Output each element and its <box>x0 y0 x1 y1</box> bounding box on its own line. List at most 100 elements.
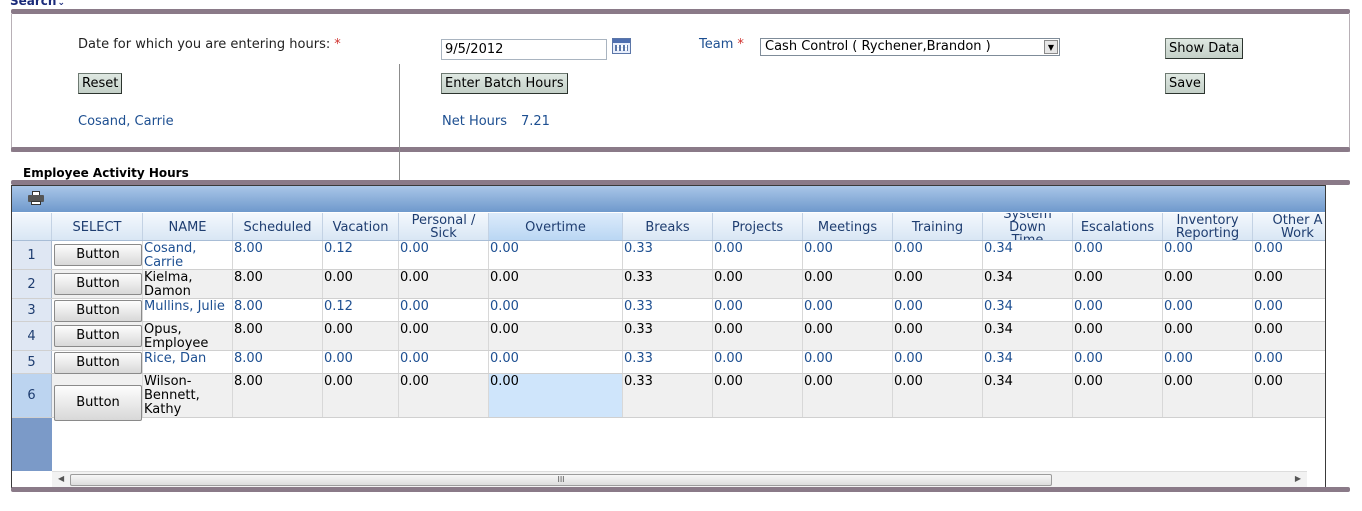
column-header[interactable]: Meetings <box>803 213 893 240</box>
column-header[interactable]: Other A Work <box>1253 213 1325 240</box>
hours-cell[interactable]: 0.00 <box>1163 322 1253 350</box>
hours-cell[interactable]: 0.00 <box>1163 270 1253 298</box>
hours-cell[interactable]: 0.34 <box>983 351 1073 373</box>
hours-cell[interactable]: 0.00 <box>1253 241 1325 269</box>
hours-cell[interactable]: 0.00 <box>893 299 983 321</box>
hours-cell[interactable]: 0.00 <box>803 374 893 417</box>
hours-cell[interactable]: 0.00 <box>1163 351 1253 373</box>
hours-cell[interactable]: 0.00 <box>713 374 803 417</box>
column-header[interactable]: Training <box>893 213 983 240</box>
hours-cell[interactable]: 8.00 <box>233 241 323 269</box>
hours-cell[interactable]: 0.00 <box>399 374 489 417</box>
hours-cell[interactable]: 0.00 <box>1073 241 1163 269</box>
hours-cell[interactable]: 0.00 <box>323 322 399 350</box>
hours-cell[interactable]: 0.00 <box>1163 374 1253 417</box>
scroll-right-icon[interactable]: ▶ <box>1295 474 1301 483</box>
hours-cell[interactable]: 0.34 <box>983 322 1073 350</box>
hours-cell[interactable]: 0.00 <box>1253 374 1325 417</box>
hours-cell[interactable]: 0.00 <box>713 322 803 350</box>
column-header[interactable]: Vacation <box>323 213 399 240</box>
hours-cell[interactable]: 0.00 <box>399 241 489 269</box>
hours-cell[interactable]: 0.00 <box>489 299 623 321</box>
hours-cell[interactable]: 0.00 <box>1073 351 1163 373</box>
hours-cell[interactable]: 0.00 <box>1163 241 1253 269</box>
hours-cell[interactable]: 8.00 <box>233 322 323 350</box>
calendar-icon[interactable] <box>612 38 631 54</box>
hours-cell[interactable]: 0.00 <box>893 374 983 417</box>
hours-cell[interactable]: 0.00 <box>323 351 399 373</box>
hours-cell[interactable]: 0.00 <box>713 351 803 373</box>
hours-cell[interactable]: 0.00 <box>323 374 399 417</box>
column-header[interactable]: SELECT <box>52 213 143 240</box>
hours-cell[interactable]: 0.00 <box>1253 270 1325 298</box>
hours-cell[interactable]: 0.00 <box>893 270 983 298</box>
row-select-button[interactable]: Button <box>54 352 142 374</box>
column-header[interactable]: Scheduled <box>233 213 323 240</box>
hours-cell[interactable]: 0.00 <box>803 322 893 350</box>
employee-name-cell[interactable]: Kielma, Damon <box>143 270 233 298</box>
row-number[interactable]: 5 <box>12 351 52 373</box>
column-header[interactable]: Projects <box>713 213 803 240</box>
horizontal-scrollbar[interactable]: ◀ III ▶ <box>52 471 1307 487</box>
date-input[interactable]: 9/5/2012 <box>441 39 607 60</box>
row-number[interactable]: 4 <box>12 322 52 350</box>
hours-cell[interactable]: 8.00 <box>233 351 323 373</box>
hours-cell[interactable]: 0.00 <box>1253 322 1325 350</box>
search-section-title[interactable]: Search⌄ <box>10 0 65 8</box>
hours-cell[interactable]: 0.34 <box>983 241 1073 269</box>
hours-cell[interactable]: 0.33 <box>623 270 713 298</box>
hours-cell[interactable]: 0.00 <box>1253 351 1325 373</box>
hours-cell[interactable]: 0.00 <box>713 299 803 321</box>
hours-cell[interactable]: 0.00 <box>893 241 983 269</box>
hours-cell[interactable]: 0.00 <box>399 351 489 373</box>
employee-name-cell[interactable]: Cosand, Carrie <box>143 241 233 269</box>
row-number[interactable]: 2 <box>12 270 52 298</box>
scroll-thumb[interactable]: III <box>70 474 1052 486</box>
hours-cell[interactable]: 0.00 <box>713 270 803 298</box>
print-icon[interactable] <box>28 191 44 205</box>
hours-cell[interactable]: 0.00 <box>1073 322 1163 350</box>
reset-button[interactable]: Reset <box>78 73 123 94</box>
hours-cell[interactable]: 0.34 <box>983 374 1073 417</box>
column-header[interactable]: System Down Time <box>983 213 1073 240</box>
hours-cell[interactable]: 0.00 <box>893 351 983 373</box>
row-number[interactable]: 1 <box>12 241 52 269</box>
hours-cell[interactable]: 0.34 <box>983 270 1073 298</box>
row-select-button[interactable]: Button <box>54 273 142 295</box>
row-select-button[interactable]: Button <box>54 385 142 421</box>
hours-cell[interactable]: 0.00 <box>399 299 489 321</box>
enter-batch-hours-button[interactable]: Enter Batch Hours <box>441 73 568 94</box>
hours-cell[interactable]: 0.33 <box>623 322 713 350</box>
hours-cell[interactable]: 0.00 <box>489 374 623 417</box>
hours-cell[interactable]: 0.00 <box>1253 299 1325 321</box>
hours-cell[interactable]: 0.00 <box>489 270 623 298</box>
column-header[interactable]: Overtime <box>489 213 623 240</box>
hours-cell[interactable]: 0.00 <box>1073 374 1163 417</box>
row-number[interactable]: 3 <box>12 299 52 321</box>
employee-name-cell[interactable]: Rice, Dan <box>143 351 233 373</box>
row-select-button[interactable]: Button <box>54 300 142 322</box>
scroll-left-icon[interactable]: ◀ <box>58 474 64 483</box>
hours-cell[interactable]: 0.33 <box>623 374 713 417</box>
hours-cell[interactable]: 0.00 <box>489 322 623 350</box>
hours-cell[interactable]: 0.00 <box>803 299 893 321</box>
hours-cell[interactable]: 8.00 <box>233 374 323 417</box>
hours-cell[interactable]: 0.00 <box>489 351 623 373</box>
hours-cell[interactable]: 0.33 <box>623 351 713 373</box>
employee-name-cell[interactable]: Wilson- Bennett, Kathy <box>143 374 233 417</box>
employee-name-cell[interactable]: Opus, Employee <box>143 322 233 350</box>
row-select-button[interactable]: Button <box>54 244 142 266</box>
hours-cell[interactable]: 8.00 <box>233 270 323 298</box>
hours-cell[interactable]: 0.00 <box>399 270 489 298</box>
hours-cell[interactable]: 8.00 <box>233 299 323 321</box>
hours-cell[interactable]: 0.12 <box>323 299 399 321</box>
team-select[interactable]: Cash Control ( Rychener,Brandon ) ▼ <box>760 38 1060 56</box>
hours-cell[interactable]: 0.00 <box>489 241 623 269</box>
column-header[interactable]: Breaks <box>623 213 713 240</box>
row-select-button[interactable]: Button <box>54 325 142 347</box>
hours-cell[interactable]: 0.12 <box>323 241 399 269</box>
column-header[interactable]: Inventory Reporting <box>1163 213 1253 240</box>
hours-cell[interactable]: 0.00 <box>713 241 803 269</box>
row-number[interactable]: 6 <box>12 374 52 417</box>
hours-cell[interactable]: 0.34 <box>983 299 1073 321</box>
